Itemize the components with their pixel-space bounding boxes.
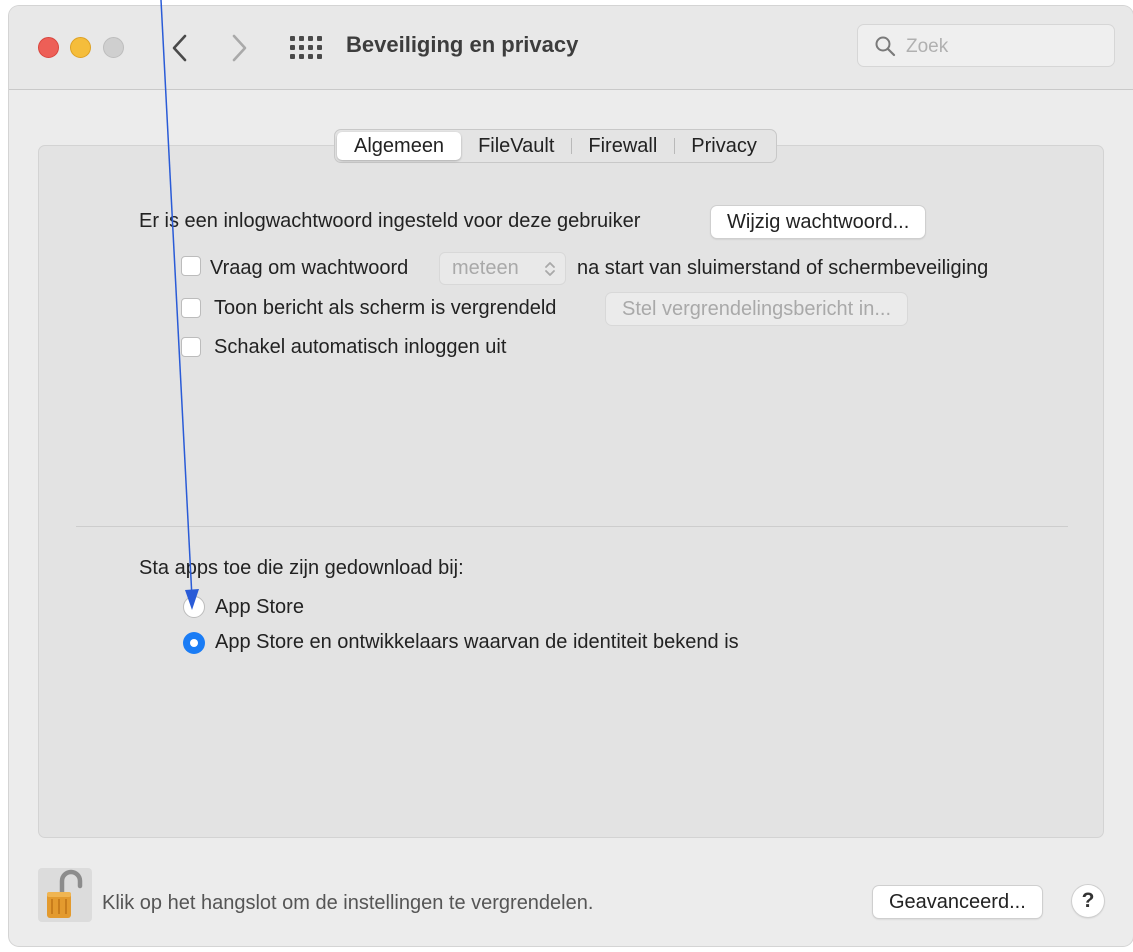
ask-password-checkbox[interactable] bbox=[181, 256, 201, 276]
ask-password-label: Vraag om wachtwoord bbox=[210, 257, 409, 279]
password-delay-value: meteen bbox=[452, 257, 519, 279]
chevron-right-icon bbox=[232, 34, 247, 62]
ask-password-suffix: na start van sluimerstand of schermbevei… bbox=[577, 257, 989, 279]
magnifier-icon bbox=[875, 36, 896, 57]
change-password-button[interactable]: Wijzig wachtwoord... bbox=[711, 206, 926, 238]
app-store-label: App Store bbox=[215, 596, 304, 618]
window-title: Beveiliging en privacy bbox=[346, 32, 579, 57]
app-store-radio[interactable] bbox=[183, 596, 205, 618]
preferences-window: Beveiliging en privacy Algemeen FileVaul… bbox=[9, 6, 1133, 946]
lock-button[interactable] bbox=[38, 868, 92, 922]
allow-apps-heading: Sta apps toe die zijn gedownload bij: bbox=[139, 557, 464, 579]
tab-bar: Algemeen FileVault Firewall Privacy bbox=[334, 129, 777, 163]
tab-algemeen[interactable]: Algemeen bbox=[337, 132, 462, 160]
close-button[interactable] bbox=[38, 37, 59, 58]
minimize-button[interactable] bbox=[70, 37, 91, 58]
show-message-label: Toon bericht als scherm is vergrendeld bbox=[214, 297, 557, 319]
set-lock-message-button[interactable]: Stel vergrendelingsbericht in... bbox=[606, 293, 908, 325]
grid-icon bbox=[290, 36, 322, 59]
app-store-identified-label: App Store en ontwikkelaars waarvan de id… bbox=[215, 631, 739, 653]
title-bar: Beveiliging en privacy bbox=[9, 6, 1133, 90]
search-input[interactable] bbox=[904, 33, 1108, 61]
section-divider bbox=[76, 526, 1068, 527]
show-message-checkbox[interactable] bbox=[181, 298, 201, 318]
disable-autologin-label: Schakel automatisch inloggen uit bbox=[214, 336, 507, 358]
lock-hint-text: Klik op het hangslot om de instellingen … bbox=[102, 892, 594, 914]
zoom-button[interactable] bbox=[103, 37, 124, 58]
app-store-identified-radio[interactable] bbox=[183, 632, 205, 654]
settings-panel bbox=[38, 145, 1104, 838]
tab-filevault[interactable]: FileVault bbox=[461, 132, 571, 160]
help-button[interactable]: ? bbox=[1072, 885, 1104, 917]
tab-privacy[interactable]: Privacy bbox=[674, 132, 774, 160]
search-field[interactable] bbox=[857, 24, 1115, 67]
chevron-left-icon bbox=[172, 34, 187, 62]
disable-autologin-checkbox[interactable] bbox=[181, 337, 201, 357]
password-delay-popup[interactable]: meteen bbox=[439, 252, 566, 285]
tab-firewall[interactable]: Firewall bbox=[571, 132, 674, 160]
unlocked-padlock-icon bbox=[38, 868, 92, 922]
up-down-arrows-icon bbox=[545, 262, 555, 276]
password-status-text: Er is een inlogwachtwoord ingesteld voor… bbox=[139, 210, 641, 232]
forward-button[interactable] bbox=[224, 30, 254, 66]
show-all-button[interactable] bbox=[289, 35, 323, 59]
back-button[interactable] bbox=[165, 30, 195, 66]
advanced-button[interactable]: Geavanceerd... bbox=[873, 886, 1042, 918]
